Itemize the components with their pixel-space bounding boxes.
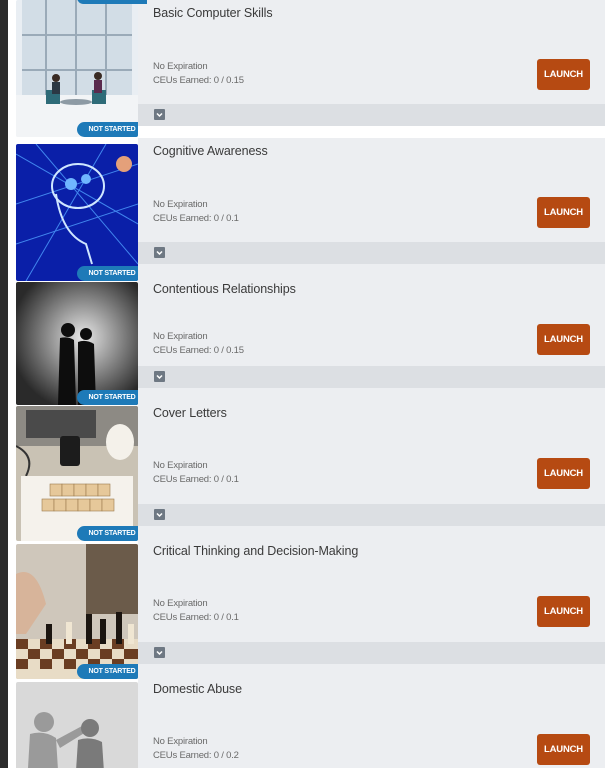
expiration-text: No Expiration	[153, 736, 208, 747]
launch-button[interactable]: LAUNCH	[537, 734, 590, 765]
ceus-earned-text: CEUs Earned: 0 / 0.1	[153, 612, 239, 623]
chevron-down-icon	[156, 650, 163, 656]
chevron-down-icon	[156, 374, 163, 380]
expand-bar	[138, 366, 605, 388]
chevron-down-icon	[156, 112, 163, 118]
chevron-down-icon	[156, 512, 163, 518]
ceus-earned-text: CEUs Earned: 0 / 0.1	[153, 213, 239, 224]
expand-bar	[138, 504, 605, 526]
course-details: Basic Computer Skills No Expiration CEUs…	[138, 0, 605, 104]
office-meeting-image	[16, 0, 138, 137]
course-thumbnail[interactable]	[16, 682, 138, 768]
status-badge: NOT STARTED	[77, 664, 138, 679]
course-thumbnail[interactable]: NOT STARTED	[16, 144, 138, 281]
chess-board-image	[16, 544, 138, 679]
course-title[interactable]: Cover Letters	[153, 406, 227, 420]
status-badge: NOT STARTED	[77, 122, 138, 137]
expiration-text: No Expiration	[153, 61, 208, 72]
launch-button[interactable]: LAUNCH	[537, 59, 590, 90]
status-badge: NOT STARTED	[77, 0, 147, 4]
status-badge: NOT STARTED	[77, 266, 138, 281]
expand-bar	[138, 642, 605, 664]
expand-button[interactable]	[154, 371, 165, 382]
chevron-down-icon	[156, 250, 163, 256]
course-details: Cover Letters No Expiration CEUs Earned:…	[138, 388, 605, 504]
course-title[interactable]: Critical Thinking and Decision-Making	[153, 544, 358, 558]
expand-button[interactable]	[154, 109, 165, 120]
blue-brain-image	[16, 144, 138, 281]
cover-letter-blocks-image	[16, 406, 138, 541]
course-meta: No Expiration CEUs Earned: 0 / 0.1	[153, 597, 239, 625]
course-details: Cognitive Awareness No Expiration CEUs E…	[138, 138, 605, 242]
expand-bar	[138, 104, 605, 126]
status-badge: NOT STARTED	[77, 526, 138, 541]
course-details: Contentious Relationships No Expiration …	[138, 264, 605, 366]
expand-button[interactable]	[154, 247, 165, 258]
expiration-text: No Expiration	[153, 199, 208, 210]
launch-button[interactable]: LAUNCH	[537, 324, 590, 355]
expand-button[interactable]	[154, 647, 165, 658]
ceus-earned-text: CEUs Earned: 0 / 0.15	[153, 345, 244, 356]
ceus-earned-text: CEUs Earned: 0 / 0.15	[153, 75, 244, 86]
expiration-text: No Expiration	[153, 598, 208, 609]
course-thumbnail[interactable]: NOT STARTED	[16, 282, 138, 405]
course-meta: No Expiration CEUs Earned: 0 / 0.2	[153, 735, 239, 763]
expiration-text: No Expiration	[153, 331, 208, 342]
silhouettes-image	[16, 282, 138, 405]
launch-button[interactable]: LAUNCH	[537, 458, 590, 489]
course-title[interactable]: Basic Computer Skills	[153, 6, 273, 20]
expand-button[interactable]	[154, 509, 165, 520]
course-thumbnail[interactable]: NOT STARTED	[16, 406, 138, 541]
course-meta: No Expiration CEUs Earned: 0 / 0.1	[153, 459, 239, 487]
course-details: Domestic Abuse No Expiration CEUs Earned…	[138, 664, 605, 768]
ceus-earned-text: CEUs Earned: 0 / 0.2	[153, 750, 239, 761]
shadow-silhouettes-image	[16, 682, 138, 768]
course-meta: No Expiration CEUs Earned: 0 / 0.15	[153, 330, 244, 358]
course-details: Critical Thinking and Decision-Making No…	[138, 526, 605, 642]
expand-bar	[138, 242, 605, 264]
launch-button[interactable]: LAUNCH	[537, 197, 590, 228]
course-thumbnail[interactable]: NOT STARTED	[16, 0, 138, 137]
course-title[interactable]: Cognitive Awareness	[153, 144, 268, 158]
ceus-earned-text: CEUs Earned: 0 / 0.1	[153, 474, 239, 485]
course-thumbnail[interactable]: NOT STARTED	[16, 544, 138, 679]
course-list: NOT STARTED Basic Computer Skills No Exp…	[8, 0, 605, 768]
expiration-text: No Expiration	[153, 460, 208, 471]
course-meta: No Expiration CEUs Earned: 0 / 0.15	[153, 60, 244, 88]
launch-button[interactable]: LAUNCH	[537, 596, 590, 627]
course-title[interactable]: Domestic Abuse	[153, 682, 242, 696]
divider	[138, 126, 605, 138]
course-card: NOT STARTED Basic Computer Skills No Exp…	[8, 0, 605, 137]
course-meta: No Expiration CEUs Earned: 0 / 0.1	[153, 198, 239, 226]
course-title[interactable]: Contentious Relationships	[153, 282, 296, 296]
status-badge: NOT STARTED	[77, 390, 138, 405]
